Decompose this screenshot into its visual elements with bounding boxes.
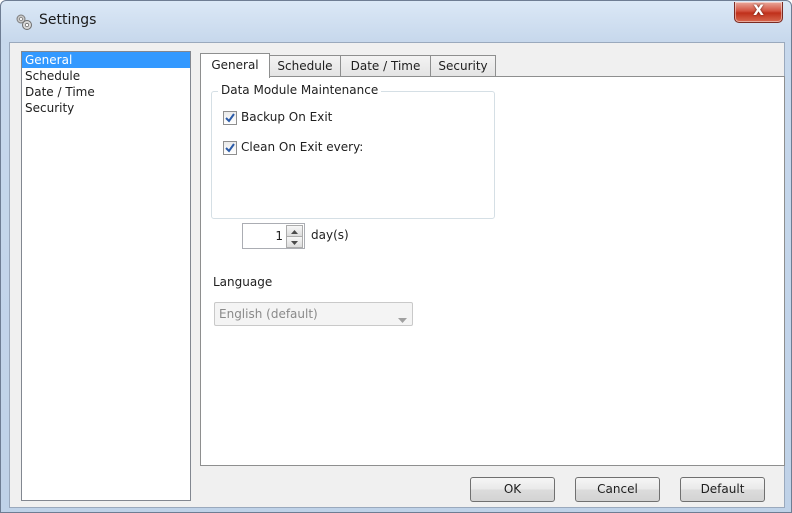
language-selected-value: English (default) (219, 307, 318, 321)
close-button[interactable]: X (734, 2, 783, 23)
clean-on-exit-label: Clean On Exit every: (241, 140, 364, 154)
clean-interval-stepper[interactable]: 1 (242, 223, 305, 249)
tab-schedule[interactable]: Schedule (269, 55, 341, 77)
close-icon: X (753, 3, 764, 19)
dialog-client: General Schedule Date / Time Security Ge… (9, 42, 785, 508)
check-icon (225, 113, 235, 123)
default-button[interactable]: Default (680, 477, 765, 502)
general-tab-panel: Data Module Maintenance Backup On Exit C… (200, 76, 785, 466)
stepper-down-button[interactable] (286, 236, 303, 248)
tab-security[interactable]: Security (430, 55, 496, 77)
chevron-down-icon (398, 312, 407, 326)
ok-button[interactable]: OK (470, 477, 555, 502)
chevron-down-icon (291, 241, 298, 245)
tab-date-time[interactable]: Date / Time (340, 55, 431, 77)
language-select[interactable]: English (default) (214, 302, 413, 326)
language-label: Language (213, 275, 273, 289)
backup-on-exit-label: Backup On Exit (241, 110, 333, 124)
settings-nav-list[interactable]: General Schedule Date / Time Security (21, 51, 191, 501)
nav-item-general[interactable]: General (22, 52, 190, 68)
gears-icon (15, 13, 33, 31)
data-module-maintenance-group: Data Module Maintenance Backup On Exit C… (211, 83, 495, 219)
tab-general[interactable]: General (200, 53, 270, 78)
title-bar[interactable]: Settings X (1, 1, 791, 41)
clean-interval-value[interactable]: 1 (243, 224, 283, 248)
settings-window: Settings X General Schedule Date / Time … (0, 0, 792, 513)
nav-item-security[interactable]: Security (22, 100, 190, 116)
window-title: Settings (39, 12, 97, 28)
checkbox-box[interactable] (223, 141, 237, 155)
nav-item-date-time[interactable]: Date / Time (22, 84, 190, 100)
clean-interval-unit: day(s) (311, 228, 349, 242)
checkbox-box[interactable] (223, 111, 237, 125)
check-icon (225, 143, 235, 153)
group-title: Data Module Maintenance (218, 83, 382, 97)
cancel-button[interactable]: Cancel (575, 477, 660, 502)
nav-item-schedule[interactable]: Schedule (22, 68, 190, 84)
